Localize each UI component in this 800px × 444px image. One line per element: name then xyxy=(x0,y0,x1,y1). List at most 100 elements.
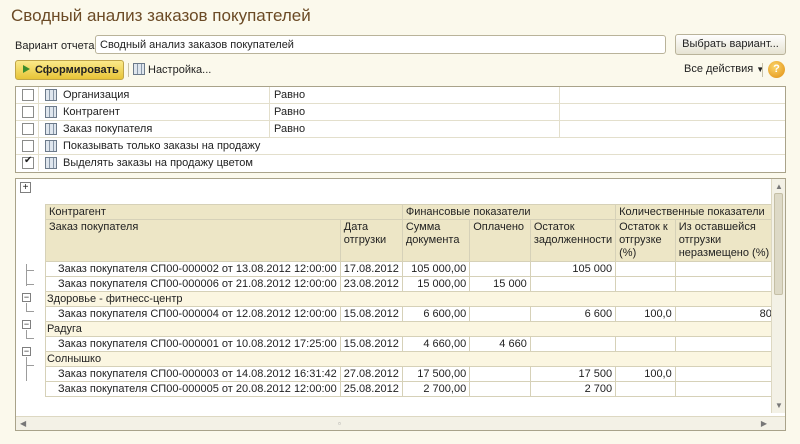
field-icon xyxy=(45,157,57,169)
group-tree: − − − xyxy=(16,264,45,381)
tree-line xyxy=(26,365,34,366)
cell-paid xyxy=(469,366,531,382)
choose-variant-button[interactable]: Выбрать вариант... xyxy=(675,34,786,55)
group-name[interactable]: Здоровье - фитнесс-центр xyxy=(45,291,785,307)
cell-paid xyxy=(469,381,531,397)
filter-checkbox[interactable] xyxy=(22,123,34,135)
table-row[interactable]: Заказ покупателя СП00-000002 от 13.08.20… xyxy=(45,261,785,277)
group-name[interactable]: Радуга xyxy=(45,321,785,337)
column-header-ship-date: Дата отгрузки xyxy=(339,219,403,262)
scroll-left-icon[interactable]: ◀ xyxy=(20,419,26,428)
table-row[interactable]: Заказ покупателя СП00-000004 от 12.08.20… xyxy=(45,306,785,322)
filter-name: Контрагент xyxy=(63,106,120,118)
cell-order[interactable]: Заказ покупателя СП00-000002 от 13.08.20… xyxy=(45,261,341,277)
help-icon[interactable]: ? xyxy=(768,61,785,78)
generate-report-label: Сформировать xyxy=(35,64,119,76)
filter-value[interactable] xyxy=(559,104,785,120)
cell-ship-date: 17.08.2012 xyxy=(339,261,403,277)
horizontal-scrollbar[interactable]: ◀ ▫ ▶ xyxy=(16,416,785,430)
column-header-debt-rest: Остаток задолженности xyxy=(529,219,617,262)
filter-checkbox[interactable] xyxy=(22,106,34,118)
group-row[interactable]: Здоровье - фитнесс-центр xyxy=(45,291,785,307)
table-row[interactable]: Заказ покупателя СП00-000001 от 10.08.20… xyxy=(45,336,785,352)
cell-paid: 4 660 xyxy=(469,336,531,352)
cell-unplaced xyxy=(674,261,785,277)
cell-ship-rest xyxy=(615,276,676,292)
header-contractor: Контрагент xyxy=(45,204,403,220)
scroll-up-icon[interactable]: ▲ xyxy=(775,182,783,191)
filter-settings-panel: Организация Равно Контрагент Равно Заказ… xyxy=(15,86,786,173)
table-row[interactable]: Заказ покупателя СП00-000003 от 14.08.20… xyxy=(45,366,785,382)
settings-button[interactable]: Настройка... xyxy=(133,62,211,78)
cell-order[interactable]: Заказ покупателя СП00-000005 от 20.08.20… xyxy=(45,381,341,397)
cell-paid xyxy=(469,306,531,322)
tree-line xyxy=(26,303,27,311)
cell-order[interactable]: Заказ покупателя СП00-000006 от 21.08.20… xyxy=(45,276,341,292)
scroll-down-icon[interactable]: ▼ xyxy=(775,401,783,410)
divider xyxy=(38,121,39,137)
filter-checkbox[interactable] xyxy=(22,89,34,101)
collapse-icon[interactable]: − xyxy=(22,320,31,329)
cell-ship-date: 15.08.2012 xyxy=(339,336,403,352)
cell-order[interactable]: Заказ покупателя СП00-000001 от 10.08.20… xyxy=(45,336,341,352)
report-area: + Контрагент Финансовые показатели Колич… xyxy=(15,178,786,431)
play-icon xyxy=(23,65,30,73)
filter-checkbox[interactable] xyxy=(22,140,34,152)
report-variant-field[interactable]: Сводный анализ заказов покупателей xyxy=(95,35,666,54)
tree-line xyxy=(26,264,27,286)
cell-debt-rest: 105 000 xyxy=(529,261,617,277)
filter-row-contractor: Контрагент Равно xyxy=(16,104,785,121)
column-header-ship-rest: Остаток к отгрузке (%) xyxy=(615,219,676,262)
tree-line xyxy=(26,338,34,339)
window-title: Сводный анализ заказов покупателей xyxy=(11,6,311,25)
collapse-icon[interactable]: − xyxy=(22,293,31,302)
cell-doc-sum: 17 500,00 xyxy=(401,366,471,382)
scroll-thumb[interactable] xyxy=(774,193,783,295)
header-row-columns: Заказ покупателя Дата отгрузки Сумма док… xyxy=(45,219,785,262)
group-row[interactable]: Солнышко xyxy=(45,351,785,367)
tree-line xyxy=(26,284,34,285)
collapse-icon[interactable]: − xyxy=(22,347,31,356)
cell-order[interactable]: Заказ покупателя СП00-000004 от 12.08.20… xyxy=(45,306,341,322)
filter-checkbox[interactable] xyxy=(22,155,34,169)
vertical-scrollbar[interactable]: ▲ ▼ xyxy=(771,179,785,413)
filter-value[interactable] xyxy=(559,87,785,103)
expand-all-button[interactable]: + xyxy=(20,182,31,193)
settings-icon xyxy=(133,63,145,75)
report-table: Контрагент Финансовые показатели Количес… xyxy=(45,204,785,397)
settings-label: Настройка... xyxy=(148,64,212,76)
filter-value[interactable] xyxy=(559,121,785,137)
cell-debt-rest xyxy=(529,276,617,292)
table-row[interactable]: Заказ покупателя СП00-000005 от 20.08.20… xyxy=(45,381,785,397)
filter-condition[interactable]: Равно xyxy=(269,104,559,120)
cell-unplaced xyxy=(674,276,785,292)
tree-line xyxy=(26,270,34,271)
filter-name: Организация xyxy=(63,89,130,101)
group-name[interactable]: Солнышко xyxy=(45,351,785,367)
cell-ship-date: 25.08.2012 xyxy=(339,381,403,397)
filter-row-order: Заказ покупателя Равно xyxy=(16,121,785,138)
generate-report-button[interactable]: Сформировать xyxy=(15,60,124,80)
tree-line xyxy=(26,311,34,312)
scroll-grip-icon[interactable]: ▫ xyxy=(338,419,341,428)
scroll-right-icon[interactable]: ▶ xyxy=(761,419,767,428)
filter-row-highlight-sales: Выделять заказы на продажу цветом xyxy=(16,155,785,172)
column-header-order: Заказ покупателя xyxy=(45,219,341,262)
filter-name: Заказ покупателя xyxy=(63,123,153,135)
cell-paid: 15 000 xyxy=(469,276,531,292)
cell-order[interactable]: Заказ покупателя СП00-000003 от 14.08.20… xyxy=(45,366,341,382)
cell-unplaced xyxy=(674,381,785,397)
filter-condition[interactable]: Равно xyxy=(269,87,559,103)
cell-ship-rest xyxy=(615,381,676,397)
column-header-paid: Оплачено xyxy=(469,219,531,262)
cell-debt-rest xyxy=(529,336,617,352)
cell-doc-sum: 2 700,00 xyxy=(401,381,471,397)
filter-condition[interactable]: Равно xyxy=(269,121,559,137)
cell-ship-rest xyxy=(615,336,676,352)
table-row[interactable]: Заказ покупателя СП00-000006 от 21.08.20… xyxy=(45,276,785,292)
group-row[interactable]: Радуга xyxy=(45,321,785,337)
cell-unplaced xyxy=(674,336,785,352)
filter-row-organization: Организация Равно xyxy=(16,87,785,104)
header-row-group: Контрагент Финансовые показатели Количес… xyxy=(45,204,785,220)
all-actions-menu[interactable]: Все действия ▼ xyxy=(684,63,764,75)
